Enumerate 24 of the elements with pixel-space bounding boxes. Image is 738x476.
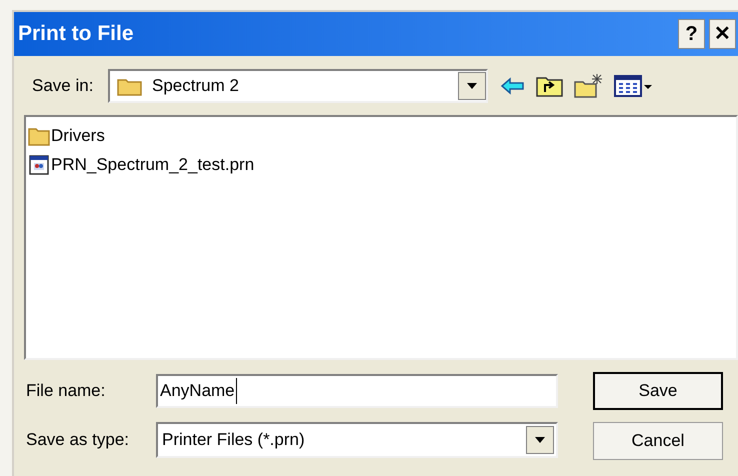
folder-icon xyxy=(28,126,50,146)
new-folder-icon[interactable] xyxy=(574,73,604,99)
save-in-dropdown[interactable]: Spectrum 2 xyxy=(108,69,488,103)
dialog-button[interactable]: Save xyxy=(593,372,723,410)
save-as-type-dropdown[interactable]: Printer Files (*.prn) xyxy=(156,422,558,458)
save-as-type-label: Save as type: xyxy=(26,429,130,452)
close-button[interactable]: ✕ xyxy=(709,19,736,49)
dialog-button[interactable]: Cancel xyxy=(593,422,723,460)
window-title: Print to File xyxy=(18,21,134,48)
save-as-type-value: Printer Files (*.prn) xyxy=(162,429,306,452)
help-button[interactable]: ? xyxy=(678,19,705,49)
back-arrow-icon[interactable] xyxy=(500,77,526,95)
dropdown-arrow-button[interactable] xyxy=(526,426,554,454)
file-name-field[interactable]: AnyName xyxy=(156,374,558,408)
file-name-label: File name: xyxy=(26,380,106,402)
document-icon xyxy=(28,154,50,176)
caret-icon xyxy=(467,83,477,89)
file-list-item[interactable]: Drivers xyxy=(51,122,105,148)
dropdown-arrow-button[interactable] xyxy=(458,72,486,100)
save-in-value: Spectrum 2 xyxy=(152,75,240,98)
file-list-item[interactable]: PRN_Spectrum_2_test.prn xyxy=(51,152,254,178)
save-in-label: Save in: xyxy=(32,75,94,98)
caret-icon xyxy=(535,437,545,443)
view-menu-icon[interactable] xyxy=(614,75,654,97)
